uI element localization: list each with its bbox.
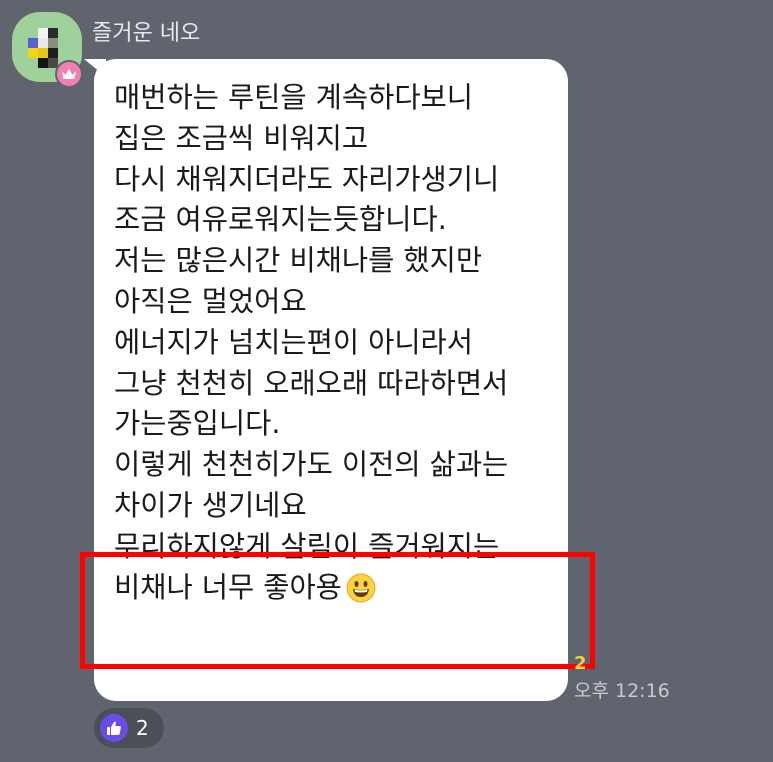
message-timestamp: 오후 12:16 bbox=[574, 680, 670, 702]
message-line: 차이가 생기네요 bbox=[114, 488, 307, 522]
message-line: 집은 조금씩 비워지고 bbox=[114, 121, 369, 155]
crown-badge-icon bbox=[55, 60, 83, 88]
reaction-like-button[interactable]: 2 bbox=[94, 708, 164, 748]
sender-name: 즐거운 네오 bbox=[92, 21, 201, 46]
message-line: 저는 많은시간 비채나를 했지만 bbox=[114, 244, 483, 278]
reaction-count: 2 bbox=[136, 716, 149, 740]
sender-avatar[interactable] bbox=[12, 12, 83, 88]
message-text: 매번하는 루틴을 계속하다보니 집은 조금씩 비워지고 다시 채워지더라도 자리… bbox=[114, 78, 508, 608]
message-line: 매번하는 루틴을 계속하다보니 bbox=[114, 81, 473, 114]
message-line: 조금 여유로워지는듯합니다. bbox=[114, 203, 447, 237]
message-line: 무리하지않게 살림이 즐거워지는 bbox=[114, 529, 500, 563]
message-line: 가는중입니다. bbox=[114, 407, 281, 441]
message-line: 이렇게 천천히가도 이전의 삶과는 bbox=[114, 448, 509, 482]
thumbs-up-icon bbox=[100, 714, 128, 742]
message-line: 비채나 너무 좋아용 bbox=[114, 568, 508, 609]
message-line: 아직은 멀었어요 bbox=[114, 284, 307, 318]
grinning-face-icon bbox=[346, 573, 376, 603]
message-line: 다시 채워지더라도 자리가생기니 bbox=[114, 162, 500, 196]
message-line: 에너지가 넘치는편이 아니라서 bbox=[114, 325, 473, 359]
unread-count: 2 bbox=[574, 653, 587, 674]
message-line: 그냥 천천히 오래오래 따라하면서 bbox=[114, 366, 509, 400]
